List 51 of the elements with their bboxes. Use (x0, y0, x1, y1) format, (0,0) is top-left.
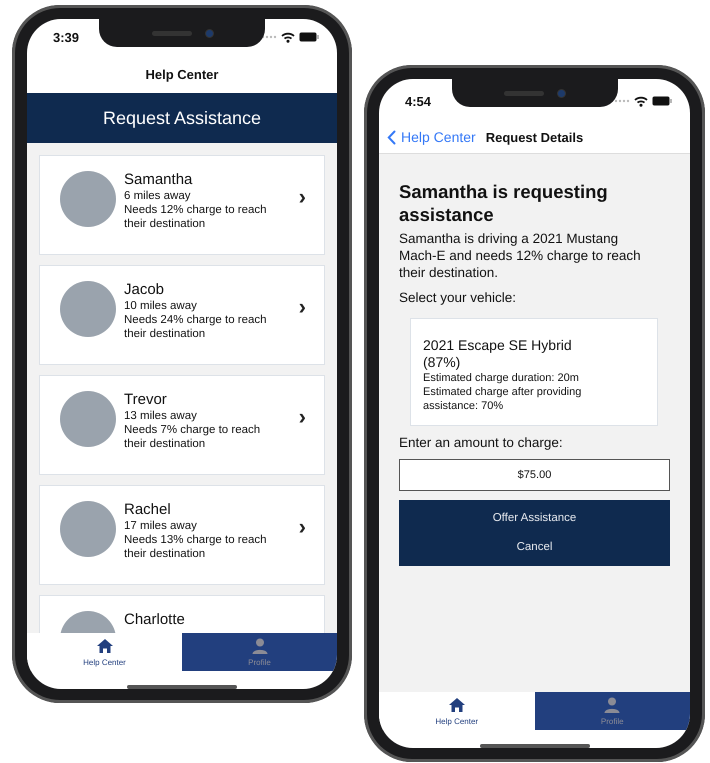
person-icon (603, 696, 622, 712)
charge-need-text: Needs 24% charge to reach their destination (124, 313, 268, 341)
vehicle-detail: Estimated charge duration: 20m (423, 371, 580, 385)
requester-name: Rachel (124, 501, 172, 518)
request-card[interactable]: Jacob 10 miles away Needs 24% charge to reach their destination › (39, 265, 325, 365)
signal-dots-icon (614, 99, 630, 103)
charge-need-text: Needs 13% charge to reach their destination (124, 533, 268, 561)
distance-text: 13 miles away (124, 409, 198, 423)
amount-field[interactable]: $75.00 (399, 459, 670, 491)
vehicle-label: Select your vehicle: (399, 289, 518, 306)
distance-text: 10 miles away (124, 299, 198, 313)
person-icon (250, 638, 268, 654)
request-card[interactable]: Samantha 6 miles away Needs 12% charge to reach their destination › (39, 155, 325, 255)
house-icon (96, 638, 114, 654)
chevron-icon: › (298, 404, 306, 430)
vehicle-name: 2021 Escape SE Hybrid (87%) (423, 337, 573, 371)
request-description: Samantha is driving a 2021 Mustang Mach-E and needs 12% charge to reach their destination. (399, 230, 642, 281)
camera (206, 30, 212, 36)
vehicle-detail: Estimated charge after providing assistance: 70% (423, 385, 582, 413)
status-time: 3:39 (53, 30, 80, 44)
vehicle-card[interactable]: 2021 Escape SE Hybrid (87%) Estimated charge duration: 20m Estimated charge after providing assistance: 70% (410, 318, 658, 426)
wifi-icon (281, 32, 295, 42)
nav-title: Help Center (146, 66, 218, 82)
amount-label: Enter an amount to charge: (399, 434, 564, 451)
chevron-icon: › (298, 514, 306, 540)
distance-text: 6 miles away (124, 189, 192, 203)
nav-title: Request Details (486, 130, 584, 144)
wifi-icon (634, 96, 648, 106)
request-heading: Samantha is requesting assistance (399, 180, 609, 226)
header-banner: Request Assistance (27, 93, 337, 143)
chevron-icon: › (298, 184, 306, 210)
battery-icon (652, 96, 672, 106)
speaker (504, 90, 544, 96)
requester-name: Charlotte (124, 611, 186, 628)
request-card[interactable]: Trevor 13 miles away Needs 7% charge to reach their destination › (39, 375, 325, 475)
request-card[interactable]: Rachel 17 miles away Needs 13% charge to reach their destination › (39, 485, 325, 585)
chevron-icon: › (298, 294, 306, 320)
requester-name: Samantha (124, 171, 194, 188)
charge-need-text: Needs 12% charge to reach their destination (124, 203, 268, 231)
charge-need-text: Needs 7% charge to reach their destination (124, 423, 262, 451)
speaker (152, 30, 192, 36)
camera (558, 90, 565, 96)
status-time: 4:54 (405, 94, 432, 108)
back-chevron-icon (387, 130, 396, 144)
requester-name: Trevor (124, 391, 168, 408)
requester-name: Jacob (124, 281, 166, 298)
battery-icon (299, 32, 319, 42)
distance-text: 17 miles away (124, 519, 198, 533)
back-link[interactable]: Help Center (387, 129, 476, 145)
house-icon (448, 696, 466, 712)
request-card[interactable]: Charlotte (39, 595, 325, 633)
